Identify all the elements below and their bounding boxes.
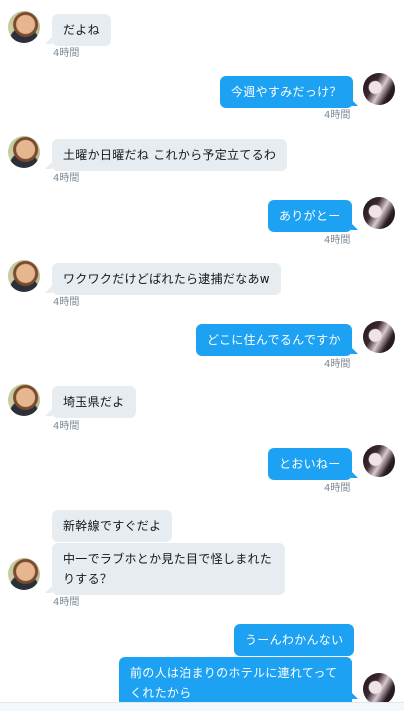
bubble-tail (351, 471, 358, 478)
avatar[interactable] (363, 197, 395, 229)
avatar[interactable] (363, 73, 395, 105)
message-timestamp: 4時間 (53, 421, 80, 432)
message-bubble-outgoing: 今週やすみだっけ？ (220, 76, 353, 108)
composer-edge (0, 702, 404, 711)
message-bubble-outgoing: どこに住んでるんですか (196, 324, 352, 356)
bubble-tail (45, 162, 52, 169)
message-timestamp: 4時間 (53, 173, 80, 184)
message-bubble-incoming: 中一でラブホとか見た目で怪しまれたりする？ (52, 543, 285, 595)
message-bubble-incoming: だよね (52, 14, 111, 46)
message-bubble-incoming: ワクワクだけどばれたら逮捕だなあw (52, 263, 281, 295)
bubble-tail (351, 223, 358, 230)
bubble-tail (45, 409, 52, 416)
avatar[interactable] (363, 445, 395, 477)
message-timestamp: 4時間 (53, 297, 80, 308)
message-timestamp: 4時間 (53, 48, 80, 59)
message-timestamp: 4時間 (53, 597, 80, 608)
message-bubble-outgoing: うーんわかんない (234, 624, 355, 656)
bubble-tail (45, 37, 52, 44)
avatar[interactable] (8, 558, 40, 590)
bubble-tail (45, 286, 52, 293)
message-bubble-incoming: 土曜か日曜だね これから予定立てるわ (52, 139, 288, 171)
message-bubble-incoming: 新幹線ですぐだよ (52, 510, 173, 542)
message-timestamp: 4時間 (324, 359, 351, 370)
avatar[interactable] (8, 260, 40, 292)
avatar[interactable] (363, 673, 395, 705)
message-timestamp: 4時間 (324, 483, 351, 494)
bubble-tail (351, 347, 358, 354)
avatar[interactable] (363, 321, 395, 353)
avatar[interactable] (8, 136, 40, 168)
message-timestamp: 4時間 (324, 110, 351, 121)
avatar[interactable] (8, 384, 40, 416)
message-bubble-incoming: 埼玉県だよ (52, 386, 136, 418)
message-timestamp: 4時間 (324, 235, 351, 246)
message-bubble-outgoing: ありがとー (268, 200, 352, 232)
bubble-tail (351, 692, 358, 699)
bubble-tail (45, 586, 52, 593)
avatar[interactable] (8, 11, 40, 43)
message-bubble-outgoing: とおいねー (268, 448, 352, 480)
bubble-tail (351, 99, 358, 106)
